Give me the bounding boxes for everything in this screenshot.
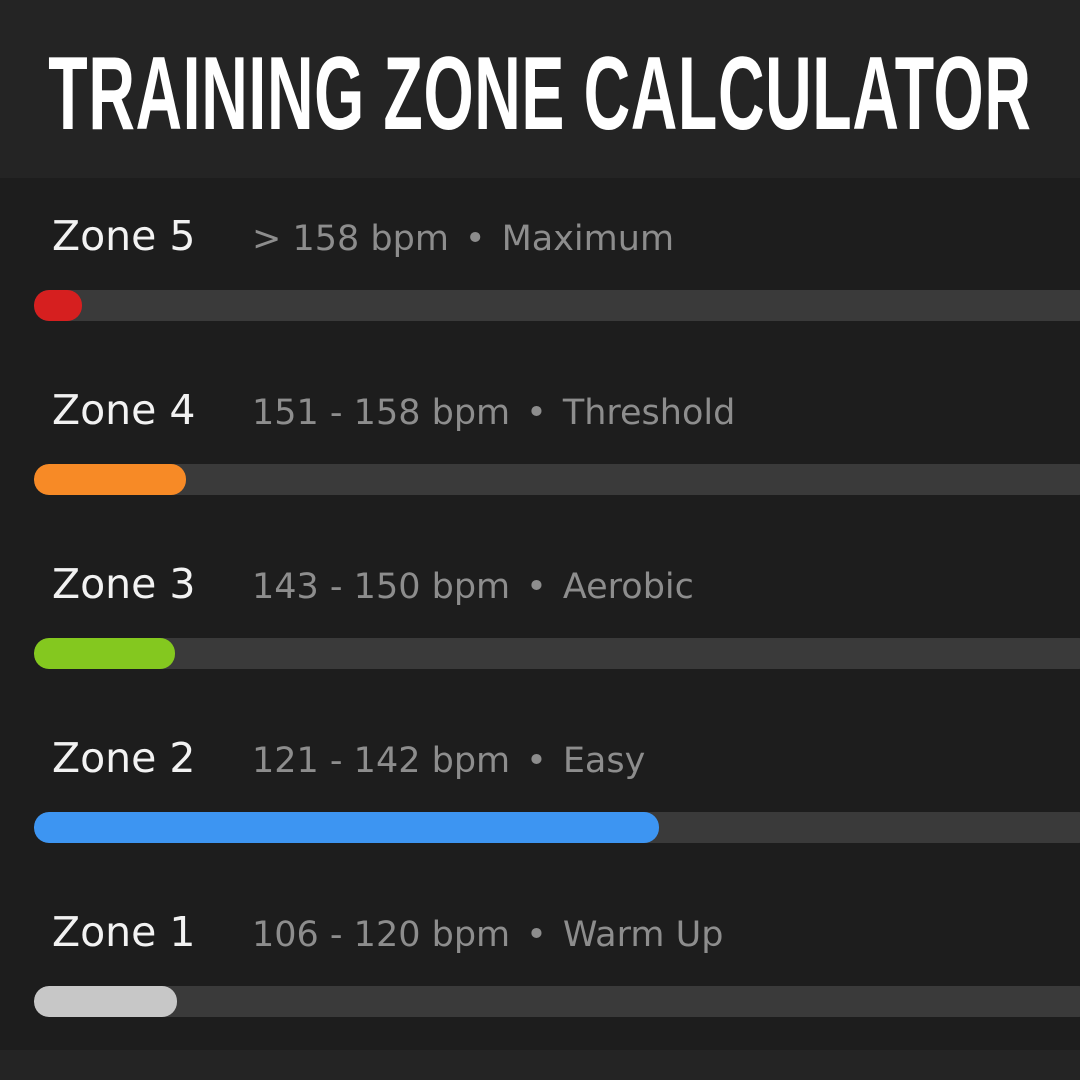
separator-dot: •: [526, 915, 547, 955]
separator-dot: •: [526, 393, 547, 433]
zone-detail: 151 - 158 bpm • Threshold: [252, 393, 735, 433]
zone-label: Easy: [562, 741, 646, 781]
zone-row-2: Zone 2 121 - 142 bpm • Easy: [0, 700, 1080, 874]
zone-row-4: Zone 4 151 - 158 bpm • Threshold: [0, 352, 1080, 526]
zone-label: Threshold: [562, 393, 736, 433]
zone-progress-fill: [34, 290, 82, 321]
zone-row-3: Zone 3 143 - 150 bpm • Aerobic: [0, 526, 1080, 700]
zone-detail: 106 - 120 bpm • Warm Up: [252, 915, 723, 955]
zone-range: 121 - 142 bpm: [252, 741, 511, 781]
zone-progress-track: [34, 464, 1080, 495]
separator-dot: •: [526, 567, 547, 607]
zone-progress-track: [34, 638, 1080, 669]
zone-row-1: Zone 1 106 - 120 bpm • Warm Up: [0, 874, 1080, 1048]
zone-progress-track: [34, 986, 1080, 1017]
zone-detail: 121 - 142 bpm • Easy: [252, 741, 645, 781]
zone-header: Zone 2 121 - 142 bpm • Easy: [52, 734, 645, 782]
zone-header: Zone 5 > 158 bpm • Maximum: [52, 212, 674, 260]
header: TRAINING ZONE CALCULATOR: [0, 0, 1080, 178]
separator-dot: •: [526, 741, 547, 781]
zone-progress-track: [34, 812, 1080, 843]
zone-range: 106 - 120 bpm: [252, 915, 511, 955]
zone-name: Zone 1: [52, 908, 196, 956]
zone-name: Zone 3: [52, 560, 196, 608]
zone-range: 151 - 158 bpm: [252, 393, 511, 433]
zone-detail: > 158 bpm • Maximum: [252, 219, 674, 259]
zone-progress-fill: [34, 464, 186, 495]
zone-label: Aerobic: [562, 567, 694, 607]
zone-name: Zone 5: [52, 212, 196, 260]
zones-panel: Zone 5 > 158 bpm • Maximum Zone 4 151 - 15…: [0, 178, 1080, 1050]
page: TRAINING ZONE CALCULATOR Zone 5 > 158 bp…: [0, 0, 1080, 1080]
zone-header: Zone 4 151 - 158 bpm • Threshold: [52, 386, 735, 434]
zone-label: Maximum: [501, 219, 675, 259]
separator-dot: •: [464, 219, 486, 259]
zone-range: > 158 bpm: [252, 219, 449, 259]
zone-header: Zone 3 143 - 150 bpm • Aerobic: [52, 560, 694, 608]
zone-name: Zone 2: [52, 734, 196, 782]
zone-row-5: Zone 5 > 158 bpm • Maximum: [0, 178, 1080, 352]
zone-name: Zone 4: [52, 386, 196, 434]
page-title: TRAINING ZONE CALCULATOR: [48, 35, 1032, 152]
zone-progress-fill: [34, 812, 659, 843]
zone-progress-fill: [34, 638, 175, 669]
zone-detail: 143 - 150 bpm • Aerobic: [252, 567, 694, 607]
zone-range: 143 - 150 bpm: [252, 567, 511, 607]
zone-progress-track: [34, 290, 1080, 321]
zone-header: Zone 1 106 - 120 bpm • Warm Up: [52, 908, 723, 956]
zone-label: Warm Up: [562, 915, 724, 955]
zone-progress-fill: [34, 986, 177, 1017]
